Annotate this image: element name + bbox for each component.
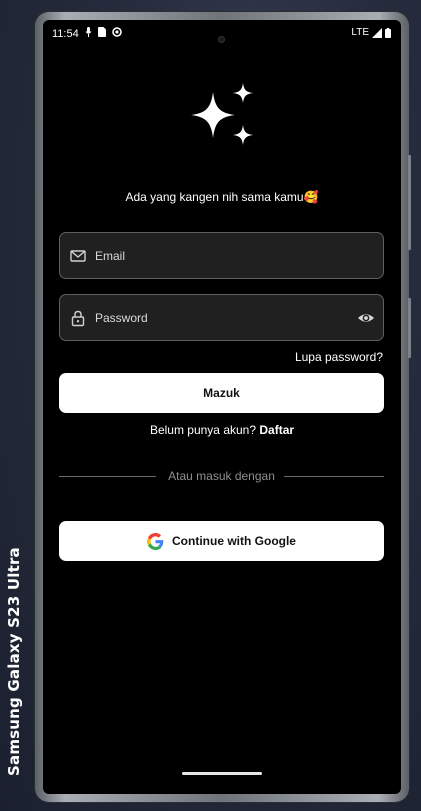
register-link[interactable]: Daftar — [259, 423, 294, 437]
front-camera — [218, 36, 225, 43]
device-label: Samsung Galaxy S23 Ultra — [5, 547, 23, 776]
mic-icon — [85, 27, 92, 37]
greeting-text: Ada yang kangen nih sama kamu🥰 — [125, 190, 319, 204]
signal-icon — [372, 27, 382, 38]
register-prompt: Belum punya akun? Daftar — [43, 423, 401, 437]
divider: Atau masuk dengan — [59, 469, 384, 483]
lock-icon — [71, 310, 85, 327]
password-field[interactable]: Password — [59, 294, 384, 341]
mail-icon — [70, 250, 86, 262]
email-placeholder: Email — [95, 249, 126, 263]
google-button-label: Continue with Google — [172, 534, 296, 548]
status-time: 11:54 — [52, 28, 79, 40]
sync-icon — [112, 27, 122, 37]
eye-icon[interactable] — [357, 309, 375, 327]
password-placeholder: Password — [95, 311, 148, 325]
sparkles-icon — [191, 83, 253, 145]
power-button — [408, 298, 411, 358]
login-button[interactable]: Mazuk — [59, 373, 384, 413]
email-field[interactable]: Email — [59, 232, 384, 279]
divider-line-right — [284, 476, 384, 477]
battery-icon — [385, 27, 391, 38]
google-login-button[interactable]: Continue with Google — [59, 521, 384, 561]
phone-screen: 11:54 LTE Ada yang kangen nih sama kamu🥰… — [43, 20, 401, 794]
notification-icons — [85, 27, 122, 37]
no-account-text: Belum punya akun? — [149, 423, 257, 437]
home-indicator[interactable] — [182, 772, 262, 775]
system-status-icons: LTE — [351, 27, 391, 38]
forgot-password-link[interactable]: Lupa password? — [295, 350, 383, 364]
network-type: LTE — [351, 27, 369, 38]
sim-card-icon — [98, 27, 106, 37]
volume-button — [408, 155, 411, 250]
google-icon — [147, 532, 164, 550]
